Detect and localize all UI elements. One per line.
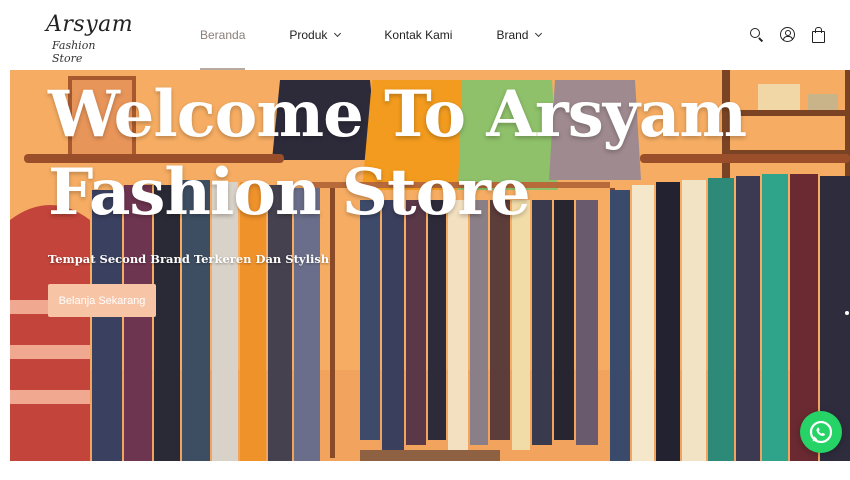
whatsapp-button[interactable] <box>800 411 842 453</box>
nav-item-kontak-kami[interactable]: Kontak Kami <box>384 0 452 70</box>
logo[interactable]: Arsyam Fashion Store <box>46 12 133 65</box>
nav-item-beranda[interactable]: Beranda <box>200 0 246 70</box>
chevron-down-icon <box>334 29 342 38</box>
hero-title-line-2: Fashion Store <box>48 155 531 230</box>
main-nav: Beranda Produk Kontak Kami Brand <box>200 0 585 70</box>
nav-label: Brand <box>496 28 529 42</box>
shopping-bag-icon[interactable] <box>811 27 826 43</box>
nav-item-produk[interactable]: Produk <box>289 0 342 70</box>
hero-banner: Welcome To Arsyam Fashion Store Tempat S… <box>10 70 850 461</box>
nav-label: Kontak Kami <box>384 28 453 42</box>
nav-label: Produk <box>289 28 328 42</box>
hero-title: Welcome To Arsyam Fashion Store <box>48 76 748 232</box>
nav-label: Beranda <box>200 28 246 42</box>
shop-now-button[interactable]: Belanja Sekarang <box>48 284 156 317</box>
chevron-down-icon <box>535 29 543 38</box>
whatsapp-icon <box>809 420 833 444</box>
hero-subtitle: Tempat Second Brand Terkeren Dan Stylish <box>48 252 330 266</box>
nav-item-brand[interactable]: Brand <box>496 0 543 70</box>
header-actions <box>749 27 826 43</box>
logo-sub-text: Fashion Store <box>52 39 96 65</box>
site-header: Arsyam Fashion Store Beranda Produk Kont… <box>0 0 850 70</box>
search-icon[interactable] <box>749 27 764 42</box>
logo-main-text: Arsyam <box>46 12 134 37</box>
hero-title-line-1: Welcome To Arsyam <box>48 77 747 152</box>
slider-dot[interactable] <box>845 311 849 315</box>
user-icon[interactable] <box>780 27 795 42</box>
